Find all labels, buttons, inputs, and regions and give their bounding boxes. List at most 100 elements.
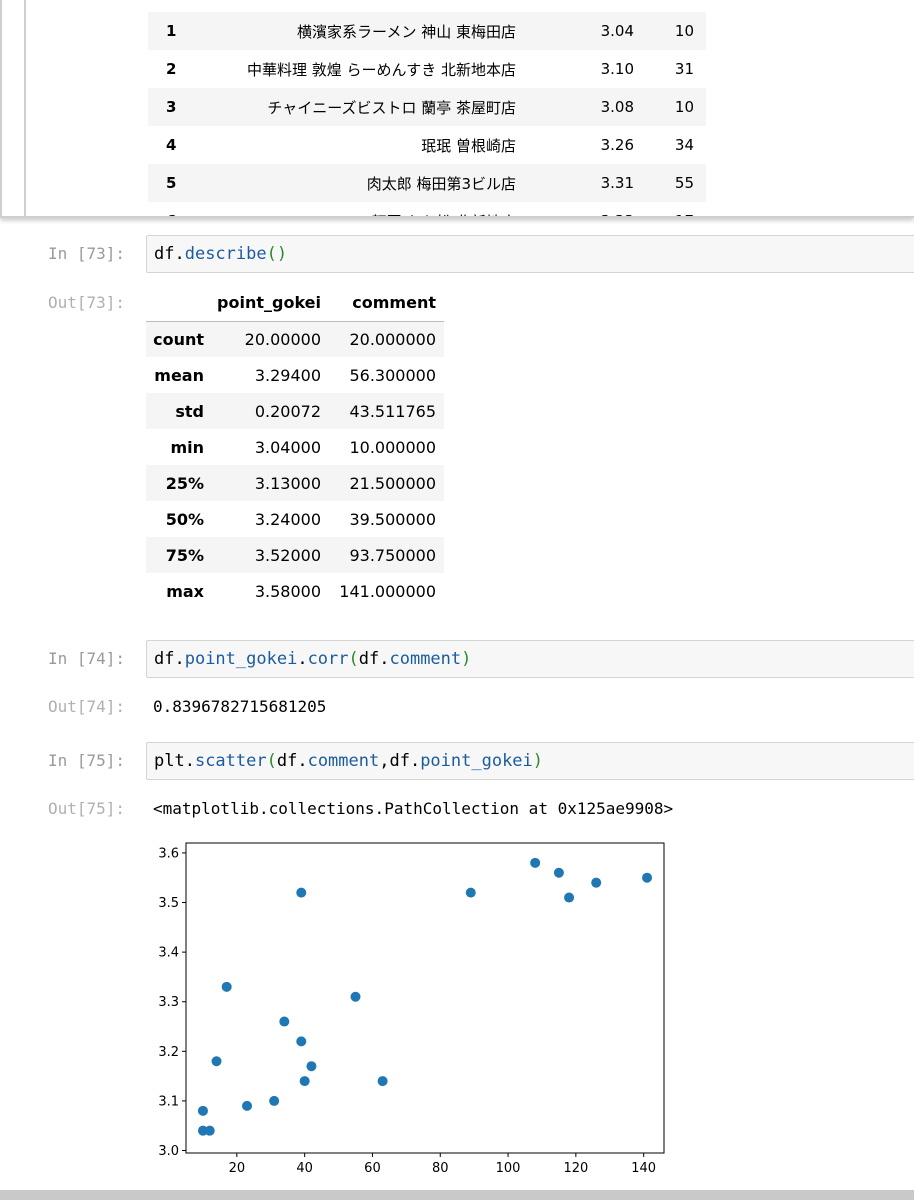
scatter-point [306,1061,317,1072]
code-token: ( [348,649,359,669]
point-gokei-value: 0.20072 [208,393,325,429]
scatter-point [299,1076,310,1087]
x-tick-label: 100 [496,1161,521,1176]
table-row: count 20.00000 20.000000 [146,321,444,357]
comment-value: 141.000000 [339,581,436,601]
scatter-point [553,867,564,878]
scatter-point [591,877,602,888]
previous-output-area[interactable]: 1 横濱家系ラーメン 神山 東梅田店 3.04 10 2 中華料理 敦煌 らーめんすき 北… [0,0,914,218]
code-cell-75[interactable]: plt.scatter(df.comment,df.point_gokei) [146,742,914,780]
y-tick-label: 3.1 [158,1094,179,1109]
code-token: ( [266,751,277,771]
scatter-point [377,1076,388,1087]
point-gokei-value: 3.29400 [254,365,321,385]
code-token: df. [276,751,308,771]
scatter-point [204,1125,215,1136]
stat-label: 75% [146,537,208,573]
y-tick-label: 3.2 [158,1045,179,1060]
comment-count: 10 [636,12,706,50]
table-row: min 3.04000 10.000000 [146,429,444,465]
code-token: comment [307,751,380,771]
code-token: plt. [154,751,195,771]
output-scroll-rule [24,0,26,216]
code-token: comment [389,649,462,669]
x-tick-label: 120 [563,1161,588,1176]
code-token: ) [532,751,544,771]
scatter-point [269,1095,280,1106]
code-token: ) [461,649,472,669]
stat-label: 25% [146,465,208,501]
table-row: max 3.58000 141.000000 [146,573,444,609]
comment-value: 43.511765 [325,393,444,429]
stat-label: min [170,437,204,457]
shop-name: 横濱家系ラーメン 神山 東梅田店 [196,12,526,50]
comment-count: 10 [636,88,706,126]
scatter-point [221,981,232,992]
scatter-point [564,892,575,903]
x-tick-label: 60 [364,1161,381,1176]
shop-name: チャイニーズビストロ 蘭亭 茶屋町店 [196,88,526,126]
horizontal-scrollbar[interactable] [0,1190,914,1200]
x-tick-label: 40 [296,1161,313,1176]
code-token: . [297,649,308,669]
comment-count: 55 [636,164,706,202]
shop-name: 麺匠 たか松 北新地店 [196,202,526,217]
table-row: 50% 3.24000 39.500000 [146,501,444,537]
scatter-point [242,1100,253,1111]
row-index: 3 [148,88,196,126]
scatter-point [350,991,361,1002]
code-token: () [266,244,288,264]
out-prompt-75: Out[75]: [48,799,126,818]
table-row: 5 肉太郎 梅田第3ビル店 3.31 55 [148,164,706,202]
describe-col-header: comment [325,284,444,322]
point-gokei-value: 3.04000 [254,437,321,457]
stat-label: 50% [165,509,204,529]
comment-count: 17 [636,202,706,216]
point-value: 3.04 [526,12,636,50]
code-token: corr [307,649,349,669]
y-tick-label: 3.5 [158,896,179,911]
point-value: 3.33 [526,202,636,216]
comment-count: 31 [674,60,694,78]
scatter-repr-output: <matplotlib.collections.PathCollection a… [153,799,674,818]
shop-name: 珉珉 曽根崎店 [421,136,516,155]
table-row: 3 チャイニーズビストロ 蘭亭 茶屋町店 3.08 10 [148,88,706,126]
stat-label: mean [154,365,204,385]
shop-name: 中華料理 敦煌 らーめんすき 北新地本店 [246,60,516,79]
point-gokei-value: 3.58000 [254,581,321,601]
out-prompt-73: Out[73]: [48,293,126,312]
y-tick-label: 3.4 [158,946,179,961]
code-token: point_gokei [420,751,533,771]
row-index: 2 [166,60,177,78]
scatter-point [279,1016,290,1027]
y-tick-label: 3.0 [158,1144,179,1159]
row-index: 4 [166,136,177,154]
in-prompt-73: In [73]: [48,244,126,263]
shop-name: 肉太郎 梅田第3ビル店 [196,164,526,202]
table-row: 75% 3.52000 93.750000 [146,537,444,573]
code-token: df. [358,649,390,669]
table-row: 1 横濱家系ラーメン 神山 東梅田店 3.04 10 [148,12,706,50]
comment-value: 10.000000 [349,437,436,457]
table-row: 4 珉珉 曽根崎店 3.26 34 [148,126,706,164]
code-token: df. [154,244,185,264]
point-gokei-value: 3.13000 [208,465,325,501]
stat-label: std [146,393,208,429]
point-value: 3.08 [526,88,636,126]
describe-col-header: point_gokei [208,284,325,322]
in-prompt-75: In [75]: [48,751,126,770]
stat-label: max [166,581,204,601]
scatter-point [197,1105,208,1116]
scatter-point [465,887,476,898]
comment-value: 21.500000 [325,465,444,501]
table-row: 6麺匠 たか松 北新地店3.3317 [148,202,706,217]
comment-count: 34 [674,136,694,154]
code-cell-74[interactable]: df.point_gokei.corr(df.comment) [146,640,914,678]
point-gokei-value: 3.52000 [208,537,325,573]
shops-table: 1 横濱家系ラーメン 神山 東梅田店 3.04 10 2 中華料理 敦煌 らーめんすき 北… [148,12,706,217]
scatter-chart: 20 40 60 80 100 120 140 3.0 3.1 3.2 3.3 3.4 3.5 3.6 [158,842,665,1176]
in-prompt-74: In [74]: [48,649,126,668]
code-cell-73[interactable]: df.describe() [146,235,914,273]
scatter-point [642,872,653,883]
scatter-point [530,857,541,868]
